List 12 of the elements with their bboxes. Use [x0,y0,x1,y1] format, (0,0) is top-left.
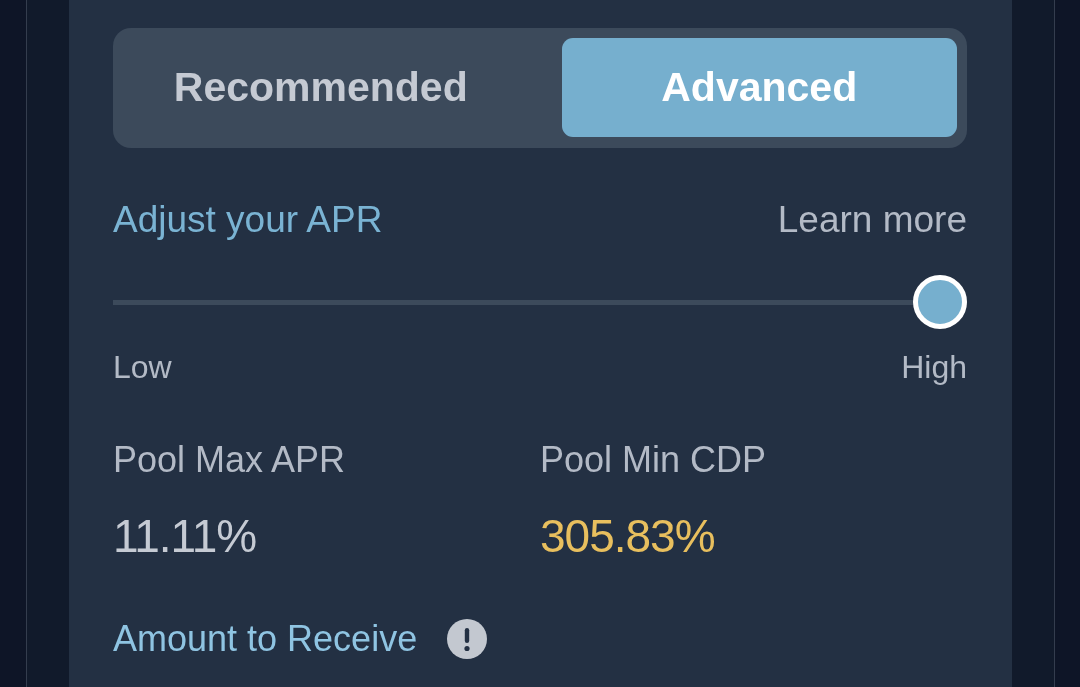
stat-value: 305.83% [540,509,715,564]
stat-label: Pool Min CDP [540,438,767,481]
learn-more-link[interactable]: Learn more [777,198,967,242]
mode-tab[interactable]: Recommended [123,38,519,137]
section-title: Adjust your APR [113,198,383,242]
section-title: Amount to Receive [113,617,418,660]
slider-max-label: High [901,348,967,386]
slider-min-label: Low [113,348,172,386]
exclamation-icon[interactable] [447,618,488,659]
slider-thumb[interactable] [913,275,967,329]
stat-value: 11.11% [113,509,257,564]
stat-label: Pool Max APR [113,438,346,481]
